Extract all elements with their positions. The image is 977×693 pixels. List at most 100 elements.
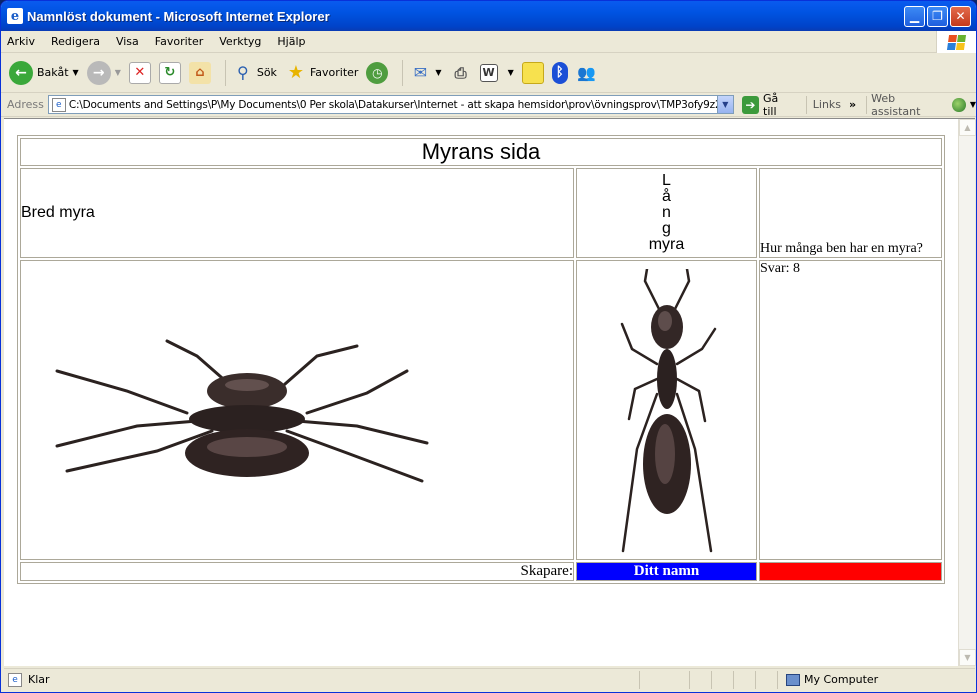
page-status-icon: e [8, 672, 22, 687]
toolbar: ← Bakåt ▼ → ▼ ✕ ↻ ⌂ ⚲ Sök ★ Favoriter ◷ [1, 53, 976, 93]
toolbar-separator [224, 59, 226, 86]
menu-redigera[interactable]: Redigera [51, 35, 100, 48]
page-icon: e [51, 97, 66, 112]
edit-word-button[interactable]: W ▼ [479, 63, 514, 82]
star-icon: ★ [287, 62, 304, 83]
favorites-label: Favoriter [309, 66, 359, 79]
mail-icon: ✉ [413, 63, 428, 82]
back-dropdown-icon[interactable]: ▼ [73, 68, 79, 77]
links-chevron-icon[interactable]: » [849, 98, 856, 111]
scroll-down-icon[interactable]: ▼ [959, 649, 976, 666]
lang-myra-cell: L å n g myra [576, 168, 757, 258]
question-cell: Hur många ben har en myra? [759, 168, 942, 258]
status-cell [756, 670, 778, 689]
word-icon: W [479, 63, 498, 82]
lang-word: myra [648, 236, 685, 253]
edit-dropdown-icon[interactable]: ▼ [508, 68, 514, 77]
status-cell [640, 670, 690, 689]
maximize-button[interactable]: ❐ [927, 5, 948, 27]
history-icon: ◷ [366, 61, 389, 84]
vertical-scrollbar[interactable]: ▲ ▼ [958, 119, 976, 666]
long-ant-image-cell [576, 260, 757, 560]
status-bar: e Klar My Computer [4, 668, 975, 690]
address-separator [805, 95, 807, 114]
status-cell [690, 670, 712, 689]
address-separator [866, 95, 868, 114]
back-arrow-icon: ← [9, 60, 33, 85]
address-input[interactable]: e C:\Documents and Settings\P\My Documen… [47, 95, 734, 114]
home-button[interactable]: ⌂ [188, 61, 211, 84]
menu-bar: Arkiv Redigera Visa Favoriter Verktyg Hj… [1, 31, 976, 53]
address-dropdown-icon[interactable]: ▼ [716, 96, 733, 113]
zone-text: My Computer [804, 673, 879, 686]
status-cell [734, 670, 756, 689]
note-button[interactable] [521, 61, 544, 84]
page-heading: Myrans sida [20, 138, 942, 166]
name-cell: Ditt namn [576, 562, 757, 581]
note-icon [521, 61, 544, 84]
web-assistant-button[interactable]: Web assistant [871, 92, 944, 118]
back-label: Bakåt [37, 66, 69, 79]
history-button[interactable]: ◷ [366, 61, 389, 84]
stop-icon: ✕ [128, 61, 151, 84]
creator-label-cell: Skapare: [20, 562, 574, 581]
lang-letter: g [662, 220, 671, 237]
menu-hjalp[interactable]: Hjälp [277, 35, 305, 48]
search-label: Sök [256, 66, 277, 79]
address-label: Adress [7, 98, 44, 111]
page-table: Myrans sida Bred myra L å n g myra Hur m… [17, 135, 945, 584]
print-icon: ⎙ [454, 63, 467, 82]
scroll-up-icon[interactable]: ▲ [959, 119, 976, 136]
ie-icon: e [7, 8, 23, 24]
bred-myra-cell: Bred myra [20, 168, 574, 258]
status-cell [712, 670, 734, 689]
go-button[interactable]: Gå till [763, 92, 794, 118]
mail-dropdown-icon[interactable]: ▼ [435, 68, 441, 77]
forward-arrow-icon: → [86, 60, 111, 85]
favorites-button[interactable]: ★ Favoriter [285, 62, 359, 84]
messenger-icon: 👥 [577, 63, 597, 82]
stop-button[interactable]: ✕ [128, 61, 151, 84]
home-icon: ⌂ [188, 61, 211, 84]
links-button[interactable]: Links [813, 98, 841, 111]
go-arrow-icon[interactable]: ➔ [741, 95, 760, 114]
print-button[interactable]: ⎙ [450, 62, 472, 84]
lang-letter: n [662, 204, 671, 221]
toolbar-separator [402, 59, 404, 86]
back-button[interactable]: ← Bakåt ▼ [9, 60, 79, 85]
globe-icon[interactable] [952, 97, 966, 112]
minimize-button[interactable]: ▁ [904, 5, 925, 27]
messenger-button[interactable]: 👥 [576, 62, 598, 84]
title-bar[interactable]: e Namnlöst dokument - Microsoft Internet… [1, 1, 976, 31]
lang-letter: å [662, 188, 671, 205]
refresh-button[interactable]: ↻ [158, 61, 181, 84]
web-assistant-dropdown-icon[interactable]: ▼ [970, 100, 976, 109]
bluetooth-icon: ᛒ [551, 61, 568, 84]
close-button[interactable]: ✕ [950, 5, 971, 27]
address-bar: Adress e C:\Documents and Settings\P\My … [1, 92, 976, 118]
bluetooth-button[interactable]: ᛒ [551, 61, 568, 84]
lang-letter: L [662, 172, 671, 189]
red-cell [759, 562, 942, 581]
wide-ant-image-cell [20, 260, 574, 560]
address-url[interactable]: C:\Documents and Settings\P\My Documents… [69, 99, 717, 111]
forward-button[interactable]: → ▼ [86, 60, 121, 85]
windows-logo-icon [936, 31, 976, 53]
status-text: Klar [28, 673, 50, 686]
search-button[interactable]: ⚲ Sök [232, 62, 277, 84]
long-ant-image [620, 269, 717, 553]
answer-cell: Svar: 8 [759, 260, 942, 560]
menu-arkiv[interactable]: Arkiv [7, 35, 35, 48]
page-viewport[interactable]: Myrans sida Bred myra L å n g myra Hur m… [4, 118, 976, 666]
browser-window: e Namnlöst dokument - Microsoft Internet… [0, 0, 977, 693]
search-icon: ⚲ [236, 63, 249, 82]
status-zone: My Computer [778, 671, 975, 689]
menu-visa[interactable]: Visa [116, 35, 139, 48]
menu-verktyg[interactable]: Verktyg [219, 35, 261, 48]
computer-icon [786, 673, 800, 686]
forward-dropdown-icon[interactable]: ▼ [115, 68, 121, 77]
menu-favoriter[interactable]: Favoriter [155, 35, 203, 48]
mail-button[interactable]: ✉ ▼ [409, 62, 442, 84]
refresh-icon: ↻ [158, 61, 181, 84]
status-main: e Klar [4, 670, 640, 689]
